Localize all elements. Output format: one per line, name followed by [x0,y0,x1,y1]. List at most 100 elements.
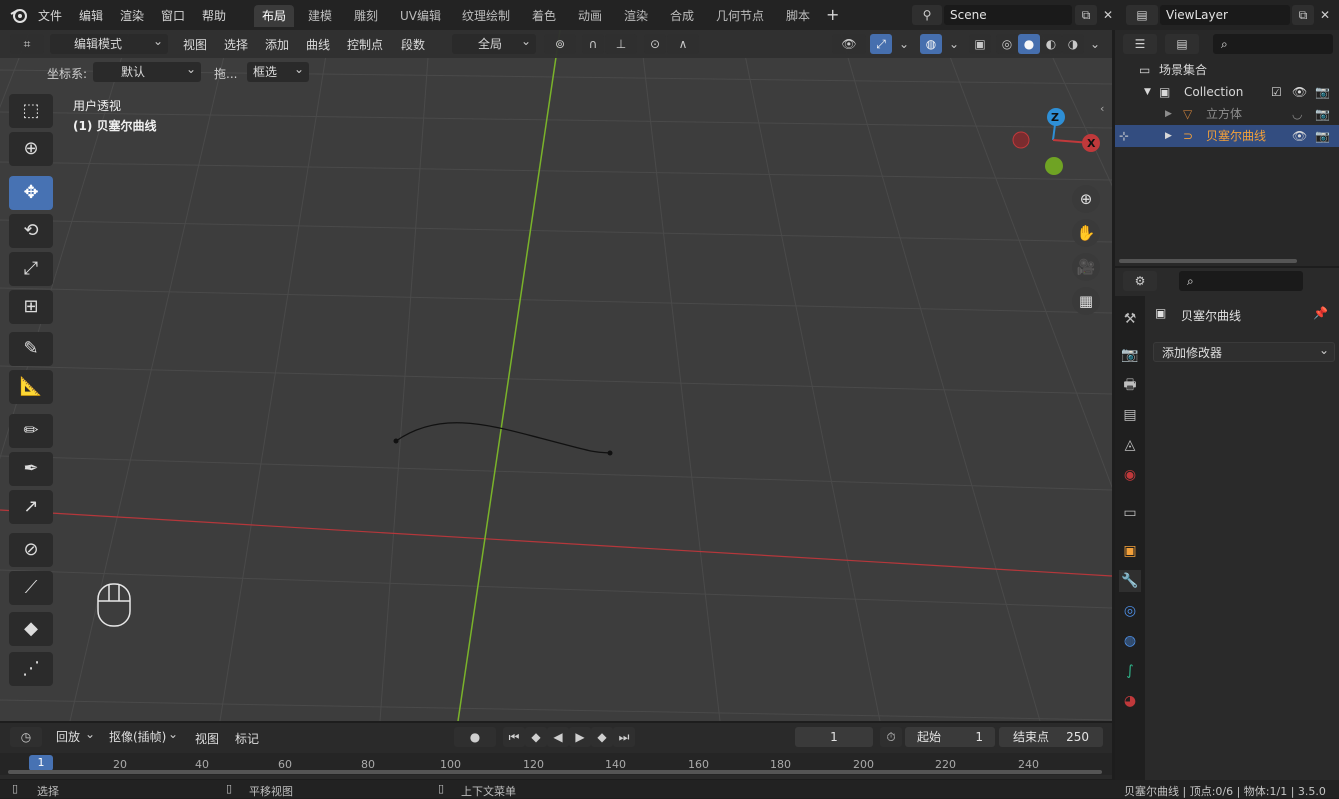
collection-tab-icon[interactable]: ▭ [1119,502,1141,524]
display-mode-icon[interactable]: ▤ [1165,34,1199,54]
outliner-search-input[interactable]: ⌕ [1213,34,1333,54]
eye-icon[interactable]: 👁 [1292,125,1307,147]
eye-closed-icon[interactable]: ◡ [1292,103,1302,125]
material-tab-icon[interactable]: ◕ [1119,690,1141,712]
rendered-shading-icon[interactable]: ◑ [1062,34,1084,54]
keying-menu[interactable]: 抠像(插帧) [103,724,183,747]
editor-type-icon[interactable]: ⌗ [10,34,44,54]
menu-render[interactable]: 渲染 [120,7,144,24]
wireframe-shading-icon[interactable]: ◎ [996,34,1018,54]
new-scene-icon[interactable]: ⧉ [1075,5,1097,25]
menu-control-points[interactable]: 控制点 [347,36,383,53]
object-tab-icon[interactable]: ▣ [1119,540,1141,562]
outliner-editor-type-icon[interactable]: ☰ [1123,34,1157,54]
tab-uv-editing[interactable]: UV编辑 [392,5,449,27]
start-frame-field[interactable]: 起始 1 [905,727,995,747]
auto-keying-icon[interactable]: ● [454,727,496,747]
playhead[interactable]: 1 [29,755,53,771]
outliner-scrollbar[interactable] [1119,259,1297,263]
jump-end-icon[interactable]: ⏭ [613,727,635,747]
tool-tab-icon[interactable]: ⚒ [1119,308,1141,330]
tab-compositing[interactable]: 合成 [662,5,702,27]
proportional-edit-icon[interactable]: ⊙ [644,34,666,54]
tab-texture-paint[interactable]: 纹理绘制 [454,5,518,27]
tab-modeling[interactable]: 建模 [300,5,340,27]
menu-segments[interactable]: 段数 [401,36,425,53]
pin-icon[interactable]: 📌 [1313,306,1328,320]
camera-view-icon[interactable]: 🎥 [1072,253,1100,281]
menu-select[interactable]: 选择 [224,36,248,53]
pen-tool[interactable]: ✒ [9,452,53,486]
timeline-editor-type-icon[interactable]: ◷ [10,727,42,747]
navigation-gizmo[interactable]: Z X [1005,105,1105,180]
camera-icon[interactable]: 📷 [1315,81,1330,103]
frame-ruler[interactable]: 1 20 40 60 80 100 120 140 160 180 200 22… [0,753,1112,775]
snap-target-icon[interactable]: ⊥ [605,34,637,54]
data-tab-icon[interactable]: ∫ [1119,660,1141,682]
view-layer-tab-icon[interactable]: ▤ [1119,404,1141,426]
play-icon[interactable]: ▶ [569,727,591,747]
tilt-tool[interactable]: ⟋ [9,571,53,605]
visibility-icon[interactable]: 👁 [832,34,866,54]
randomize-tool[interactable]: ◆ [9,612,53,646]
tab-sculpting[interactable]: 雕刻 [346,5,386,27]
scene-collection-row[interactable]: ▭ 场景集合 [1115,59,1339,81]
menu-edit[interactable]: 编辑 [79,7,103,24]
menu-curve[interactable]: 曲线 [306,36,330,53]
outliner-item-bezier[interactable]: ⊹ ▶ ⊃ 贝塞尔曲线 👁 📷 [1115,125,1339,147]
zoom-icon[interactable]: ⊕ [1072,185,1100,213]
jump-start-icon[interactable]: ⏮ [503,727,525,747]
select-box-tool[interactable]: ⬚ [9,94,53,128]
properties-search-input[interactable]: ⌕ [1179,271,1303,291]
overlays-icon[interactable]: ◍ [920,34,942,54]
close-view-layer-icon[interactable]: ✕ [1314,5,1336,25]
scene-name-field[interactable]: Scene [944,5,1072,25]
camera-icon[interactable]: 📷 [1315,103,1330,125]
timeline-view-menu[interactable]: 视图 [195,730,219,747]
end-frame-field[interactable]: 结束点 250 [999,727,1103,747]
new-view-layer-icon[interactable]: ⧉ [1292,5,1314,25]
tab-geometry-nodes[interactable]: 几何节点 [708,5,772,27]
close-scene-icon[interactable]: ✕ [1097,5,1119,25]
view-layer-name-field[interactable]: ViewLayer [1160,5,1290,25]
modifier-tab-icon[interactable]: 🔧 [1119,570,1141,592]
current-frame-field[interactable]: 1 [795,727,873,747]
tab-animation[interactable]: 动画 [570,5,610,27]
select-mode-dropdown[interactable]: 框选 [247,59,309,82]
outliner-item-cube[interactable]: ▶ ▽ 立方体 ◡ 📷 [1115,103,1339,125]
camera-icon[interactable]: 📷 [1315,125,1330,147]
menu-view[interactable]: 视图 [183,36,207,53]
radius-tool[interactable]: ⊘ [9,533,53,567]
gizmo-dropdown-icon[interactable]: ⌄ [893,34,915,54]
playback-menu[interactable]: 回放 [50,724,100,747]
preview-range-icon[interactable]: ⏱ [880,727,902,747]
shading-dropdown-icon[interactable]: ⌄ [1084,34,1106,54]
expand-arrow-icon[interactable]: ▶ [1165,125,1172,147]
physics-tab-icon[interactable]: ◍ [1119,630,1141,652]
scene-selector-icon[interactable]: ⚲ [912,5,942,25]
sidebar-toggle-icon[interactable]: ‹ [1100,102,1104,115]
measure-tool[interactable]: 📐 [9,370,53,404]
jump-next-keyframe-icon[interactable]: ◆ [591,727,613,747]
snap-icon[interactable]: ∩ [582,34,604,54]
extrude-tool[interactable]: ↗ [9,490,53,524]
transform-orientation-dropdown[interactable]: 全局 [452,31,536,54]
timeline-scrollbar[interactable] [8,770,1102,774]
scene-tab-icon[interactable]: ◬ [1119,434,1141,456]
mode-selector[interactable]: 编辑模式 [50,31,168,54]
expand-arrow-icon[interactable]: ▶ [1165,103,1172,125]
menu-window[interactable]: 窗口 [161,7,185,24]
eye-icon[interactable]: 👁 [1292,81,1307,103]
view-layer-selector-icon[interactable]: ▤ [1126,5,1158,25]
add-modifier-dropdown[interactable]: 添加修改器 [1153,340,1335,362]
timeline-marker-menu[interactable]: 标记 [235,730,259,747]
material-shading-icon[interactable]: ◐ [1040,34,1062,54]
draw-curve-tool[interactable]: ✏ [9,414,53,448]
world-tab-icon[interactable]: ◉ [1119,464,1141,486]
edit-mode-icon[interactable]: ⊹ [1119,125,1129,147]
render-tab-icon[interactable]: 📷 [1119,344,1141,366]
jump-prev-keyframe-icon[interactable]: ◆ [525,727,547,747]
play-reverse-icon[interactable]: ◀ [547,727,569,747]
xray-icon[interactable]: ▣ [969,34,991,54]
solid-shading-icon[interactable]: ● [1018,34,1040,54]
